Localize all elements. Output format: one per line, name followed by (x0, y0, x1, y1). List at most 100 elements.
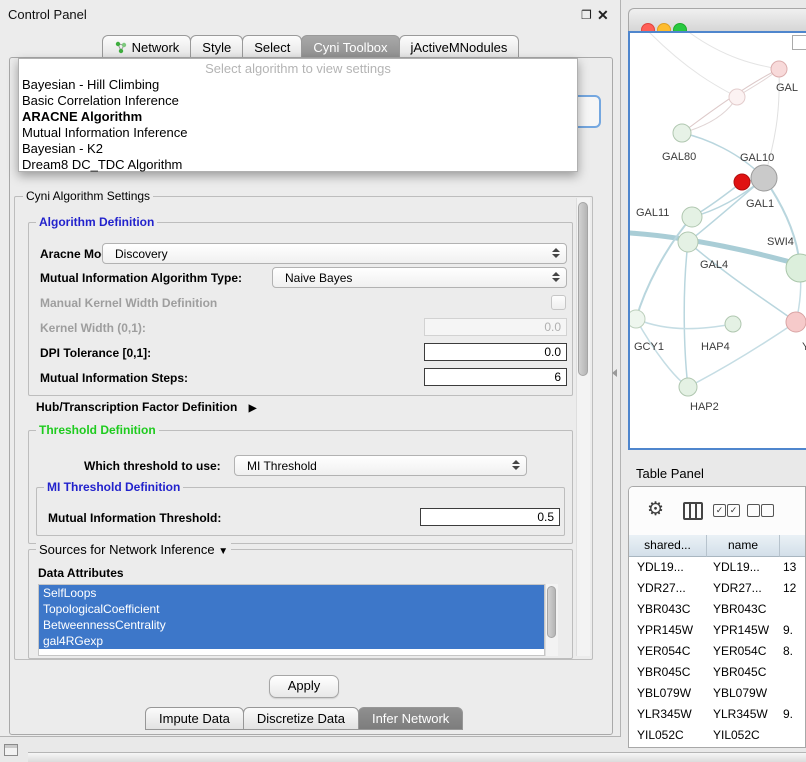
network-node-HAP4[interactable] (725, 316, 741, 332)
dropdown-item[interactable]: Basic Correlation Inference (19, 93, 577, 109)
table-body: YDL19... YDL19... 13 YDR27... YDR27... 1… (629, 557, 806, 746)
dropdown-item-list: Bayesian - Hill Climbing Basic Correlati… (19, 77, 577, 173)
network-overview-toggle[interactable] (792, 35, 806, 50)
cell-value (780, 725, 806, 746)
kernel-width-field[interactable]: 0.0 (424, 318, 567, 336)
network-node-GAL80[interactable] (673, 124, 691, 142)
network-edge[interactable] (688, 322, 796, 387)
combobox-value: MI Threshold (247, 459, 317, 473)
network-node-GAL11[interactable] (682, 207, 702, 227)
network-node-label: GAL10 (740, 152, 774, 164)
table-panel-window: ⚙ ✓ ✓ shared... name YDL19... YDL19... 1… (628, 486, 806, 748)
which-threshold-label: Which threshold to use: (84, 459, 221, 473)
tab-impute-data[interactable]: Impute Data (145, 707, 244, 730)
splitter-collapse-arrow[interactable] (612, 369, 617, 377)
sources-toggle[interactable]: Sources for Network Inference ▼ (36, 543, 231, 558)
chevron-updown-icon (552, 272, 560, 282)
network-edge[interactable] (650, 33, 737, 97)
dropdown-item[interactable]: ARACNE Algorithm (19, 109, 577, 125)
cell-value: 8. (780, 641, 806, 662)
network-edge[interactable] (636, 319, 688, 387)
network-edge[interactable] (688, 242, 796, 322)
tab-label: Select (254, 40, 290, 55)
table-row[interactable]: YBR043C YBR043C (629, 599, 806, 620)
tab-select[interactable]: Select (242, 35, 302, 58)
attribute-list-item[interactable]: TopologicalCoefficient (39, 601, 544, 617)
deselect-all-box-icon-2[interactable] (761, 504, 774, 517)
mi-threshold-field[interactable]: 0.5 (420, 508, 560, 526)
cell-shared-name: YLR345W (629, 704, 707, 725)
float-window-icon[interactable]: ❐ (581, 9, 592, 21)
network-window-titlebar[interactable] (628, 8, 806, 32)
network-node-GCY1[interactable] (630, 310, 645, 328)
tab-label: Network (132, 40, 180, 55)
network-node-GAL4[interactable] (678, 232, 698, 252)
which-threshold-combobox[interactable]: MI Threshold (234, 455, 527, 476)
network-node-HAP2[interactable] (679, 378, 697, 396)
aracne-mode-combobox[interactable]: Discovery (102, 243, 567, 264)
network-node-label: SWI4 (767, 236, 794, 248)
cell-name: YBR045C (707, 662, 780, 683)
attribute-list-item[interactable]: SelfLoops (39, 585, 544, 601)
settings-scrollbar-thumb[interactable] (578, 202, 588, 376)
network-node-label: GAL1 (746, 198, 774, 210)
attribute-list-item[interactable]: BetweennessCentrality (39, 617, 544, 633)
cell-name: YER054C (707, 641, 780, 662)
manual-kernel-width-checkbox[interactable] (551, 295, 566, 310)
network-node-unlabeled[interactable] (729, 89, 745, 105)
attribute-list-scrollbar-thumb[interactable] (547, 586, 556, 638)
network-view-canvas[interactable]: GAL80GAL10GAL1GAL11SWI4GAL4GCY1HAP4YHAP2… (628, 31, 806, 450)
tab-style[interactable]: Style (190, 35, 243, 58)
mi-algorithm-type-combobox[interactable]: Naive Bayes (272, 267, 567, 288)
network-node-GAL[interactable] (771, 61, 787, 77)
tab-label: jActiveMNodules (411, 40, 508, 55)
table-row[interactable]: YDR27... YDR27... 12 (629, 578, 806, 599)
network-graph: GAL80GAL10GAL1GAL11SWI4GAL4GCY1HAP4YHAP2… (630, 33, 806, 449)
tab-jactivemnodules[interactable]: jActiveMNodules (399, 35, 520, 58)
dropdown-item[interactable]: Bayesian - Hill Climbing (19, 77, 577, 93)
cell-value (780, 662, 806, 683)
attribute-list-item[interactable]: gal4RGexp (39, 633, 544, 649)
column-header-clipped[interactable] (780, 535, 806, 557)
hub-definition-label: Hub/Transcription Factor Definition (36, 400, 237, 414)
table-row[interactable]: YLR345W YLR345W 9. (629, 704, 806, 725)
table-row[interactable]: YBL079W YBL079W (629, 683, 806, 704)
table-row[interactable]: YIL052C YIL052C (629, 725, 806, 746)
network-edge[interactable] (690, 33, 779, 69)
deselect-all-box-icon[interactable] (747, 504, 760, 517)
dropdown-item[interactable]: Dream8 DC_TDC Algorithm (19, 157, 577, 173)
column-header-name[interactable]: name (707, 535, 780, 557)
column-header-shared-name[interactable]: shared... (629, 535, 707, 557)
chevron-updown-icon (512, 460, 520, 470)
close-icon[interactable]: ✕ (597, 9, 609, 21)
dpi-tolerance-field[interactable]: 0.0 (424, 343, 567, 361)
network-node-GAL10[interactable] (751, 165, 777, 191)
tab-network[interactable]: Network (102, 35, 192, 58)
expanded-arrow-icon: ▼ (218, 546, 228, 557)
tab-infer-network[interactable]: Infer Network (358, 707, 463, 730)
apply-button[interactable]: Apply (269, 675, 339, 698)
columns-icon[interactable] (683, 502, 703, 520)
tab-discretize-data[interactable]: Discretize Data (243, 707, 359, 730)
network-node-SWI4[interactable] (786, 254, 806, 282)
network-node-GAL1[interactable] (734, 174, 750, 190)
tab-label: Cyni Toolbox (313, 40, 387, 55)
dropdown-item[interactable]: Bayesian - K2 (19, 141, 577, 157)
dropdown-item[interactable]: Mutual Information Inference (19, 125, 577, 141)
table-row[interactable]: YBR045C YBR045C (629, 662, 806, 683)
select-all-check-icon-2[interactable]: ✓ (727, 504, 740, 517)
collapsed-panel-icon[interactable] (4, 744, 18, 756)
network-node-Y[interactable] (786, 312, 806, 332)
table-row[interactable]: YDL19... YDL19... 13 (629, 557, 806, 578)
table-row[interactable]: YER054C YER054C 8. (629, 641, 806, 662)
gear-icon[interactable]: ⚙ (647, 498, 664, 521)
network-edge[interactable] (682, 97, 737, 133)
network-edge[interactable] (684, 242, 688, 387)
tab-cyni-toolbox[interactable]: Cyni Toolbox (301, 35, 399, 58)
table-row[interactable]: YPR145W YPR145W 9. (629, 620, 806, 641)
network-node-label: GAL (776, 82, 798, 94)
select-all-check-icon[interactable]: ✓ (713, 504, 726, 517)
network-node-label: HAP4 (701, 341, 730, 353)
hub-definition-toggle[interactable]: Hub/Transcription Factor Definition ▶ (36, 400, 256, 414)
mi-steps-field[interactable]: 6 (424, 368, 567, 386)
